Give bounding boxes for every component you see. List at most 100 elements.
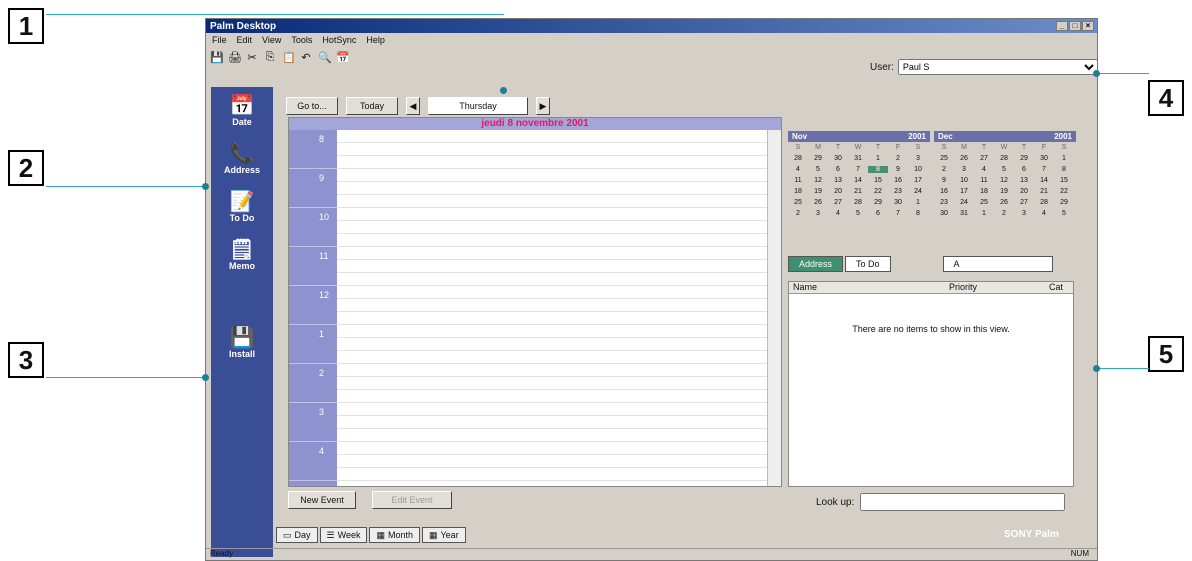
- close-button[interactable]: ×: [1082, 21, 1094, 31]
- calendar-day[interactable]: 7: [1034, 166, 1054, 173]
- calendar-day[interactable]: 23: [934, 199, 954, 206]
- calendar-day[interactable]: 9: [934, 177, 954, 184]
- calendar-day[interactable]: 6: [828, 166, 848, 173]
- calendar-day[interactable]: 6: [868, 210, 888, 217]
- calendar-day[interactable]: 8: [908, 210, 928, 217]
- calendar-day[interactable]: 31: [954, 210, 974, 217]
- time-slot[interactable]: [337, 338, 767, 351]
- month-name[interactable]: Dec: [938, 132, 953, 141]
- calendar-day[interactable]: 26: [994, 199, 1014, 206]
- menu-help[interactable]: Help: [366, 35, 385, 45]
- goto-button[interactable]: Go to...: [286, 97, 338, 115]
- time-slot[interactable]: [337, 195, 767, 208]
- time-slot[interactable]: [337, 299, 767, 312]
- calendar-day[interactable]: 20: [828, 188, 848, 195]
- time-slot[interactable]: [337, 130, 767, 143]
- calendar-day[interactable]: 3: [908, 155, 928, 162]
- calendar-day[interactable]: 10: [954, 177, 974, 184]
- copy-icon[interactable]: ⎘: [264, 51, 276, 64]
- calendar-day[interactable]: 1: [868, 155, 888, 162]
- time-slot[interactable]: [337, 364, 767, 377]
- tab-week[interactable]: ☰ Week: [319, 527, 368, 543]
- lookup-input[interactable]: [860, 493, 1066, 511]
- calendar-day[interactable]: 8: [868, 166, 888, 173]
- calendar-day[interactable]: 8: [1054, 166, 1074, 173]
- calendar-day[interactable]: 16: [934, 188, 954, 195]
- save-icon[interactable]: 💾: [210, 51, 224, 64]
- day-scrollbar[interactable]: [767, 130, 781, 486]
- launch-todo-button[interactable]: 📝 To Do: [211, 183, 273, 231]
- calendar-day[interactable]: 22: [868, 188, 888, 195]
- launch-memo-button[interactable]: 🗒 Memo: [211, 231, 273, 279]
- column-name[interactable]: Name: [789, 282, 949, 293]
- calendar-day[interactable]: 16: [888, 177, 908, 184]
- calendar-day[interactable]: 12: [808, 177, 828, 184]
- tab-address[interactable]: Address: [788, 256, 844, 272]
- calendar-day[interactable]: 24: [908, 188, 928, 195]
- time-slot[interactable]: [337, 208, 767, 221]
- time-slot[interactable]: [337, 182, 767, 195]
- maximize-button[interactable]: □: [1069, 21, 1081, 31]
- time-slot[interactable]: [337, 312, 767, 325]
- time-slot[interactable]: [337, 455, 767, 468]
- calendar-day[interactable]: 4: [1034, 210, 1054, 217]
- calendar-day[interactable]: 19: [808, 188, 828, 195]
- time-slot[interactable]: [337, 325, 767, 338]
- calendar-day[interactable]: 29: [1054, 199, 1074, 206]
- calendar-day[interactable]: 19: [994, 188, 1014, 195]
- calendar-day[interactable]: 5: [848, 210, 868, 217]
- time-slot[interactable]: [337, 156, 767, 169]
- time-slot[interactable]: [337, 442, 767, 455]
- calendar-day[interactable]: 3: [1014, 210, 1034, 217]
- calendar-day[interactable]: 1: [908, 199, 928, 206]
- time-slot[interactable]: [337, 468, 767, 481]
- calendar-day[interactable]: 7: [888, 210, 908, 217]
- calendar-day[interactable]: 28: [848, 199, 868, 206]
- category-filter[interactable]: A: [942, 256, 1053, 272]
- column-priority[interactable]: Priority: [949, 282, 1049, 293]
- calendar-day[interactable]: 11: [974, 177, 994, 184]
- calendar-day[interactable]: 3: [954, 166, 974, 173]
- calendar-day[interactable]: 28: [994, 155, 1014, 162]
- menu-view[interactable]: View: [262, 35, 281, 45]
- minimize-button[interactable]: _: [1056, 21, 1068, 31]
- time-slot[interactable]: [337, 169, 767, 182]
- menu-edit[interactable]: Edit: [237, 35, 253, 45]
- today-button[interactable]: Today: [346, 97, 398, 115]
- calendar-day[interactable]: 5: [994, 166, 1014, 173]
- calendar-day[interactable]: 30: [828, 155, 848, 162]
- edit-event-button[interactable]: Edit Event: [372, 491, 452, 509]
- calendar-day[interactable]: 26: [808, 199, 828, 206]
- user-select[interactable]: Paul S: [897, 59, 1098, 75]
- calendar-day[interactable]: 25: [934, 155, 954, 162]
- calendar-day[interactable]: 2: [788, 210, 808, 217]
- new-event-button[interactable]: New Event: [288, 491, 356, 509]
- calendar-day[interactable]: 18: [788, 188, 808, 195]
- calendar-day[interactable]: 2: [994, 210, 1014, 217]
- time-slot[interactable]: [337, 416, 767, 429]
- calendar-day[interactable]: 12: [994, 177, 1014, 184]
- calendar-day[interactable]: 4: [828, 210, 848, 217]
- calendar-day[interactable]: 23: [888, 188, 908, 195]
- tab-year[interactable]: ▦ Year: [421, 527, 466, 543]
- time-slot[interactable]: [337, 403, 767, 416]
- calendar-day[interactable]: 29: [868, 199, 888, 206]
- calendar-day[interactable]: 22: [1054, 188, 1074, 195]
- calendar-day[interactable]: 6: [1014, 166, 1034, 173]
- calendar-day[interactable]: 27: [974, 155, 994, 162]
- launch-install-button[interactable]: 💾 Install: [211, 319, 273, 367]
- next-day-button[interactable]: ▶: [536, 97, 550, 115]
- calendar-day[interactable]: 25: [974, 199, 994, 206]
- calendar-day[interactable]: 17: [954, 188, 974, 195]
- calendar-day[interactable]: 28: [1034, 199, 1054, 206]
- calendar-day[interactable]: 13: [1014, 177, 1034, 184]
- time-slot[interactable]: [337, 260, 767, 273]
- time-slot[interactable]: [337, 143, 767, 156]
- calendar-day[interactable]: 29: [808, 155, 828, 162]
- time-slot[interactable]: [337, 481, 767, 486]
- calendar-day[interactable]: 24: [954, 199, 974, 206]
- time-slot[interactable]: [337, 247, 767, 260]
- calendar-icon[interactable]: 📅: [336, 51, 350, 64]
- calendar-day[interactable]: 3: [808, 210, 828, 217]
- time-slot[interactable]: [337, 351, 767, 364]
